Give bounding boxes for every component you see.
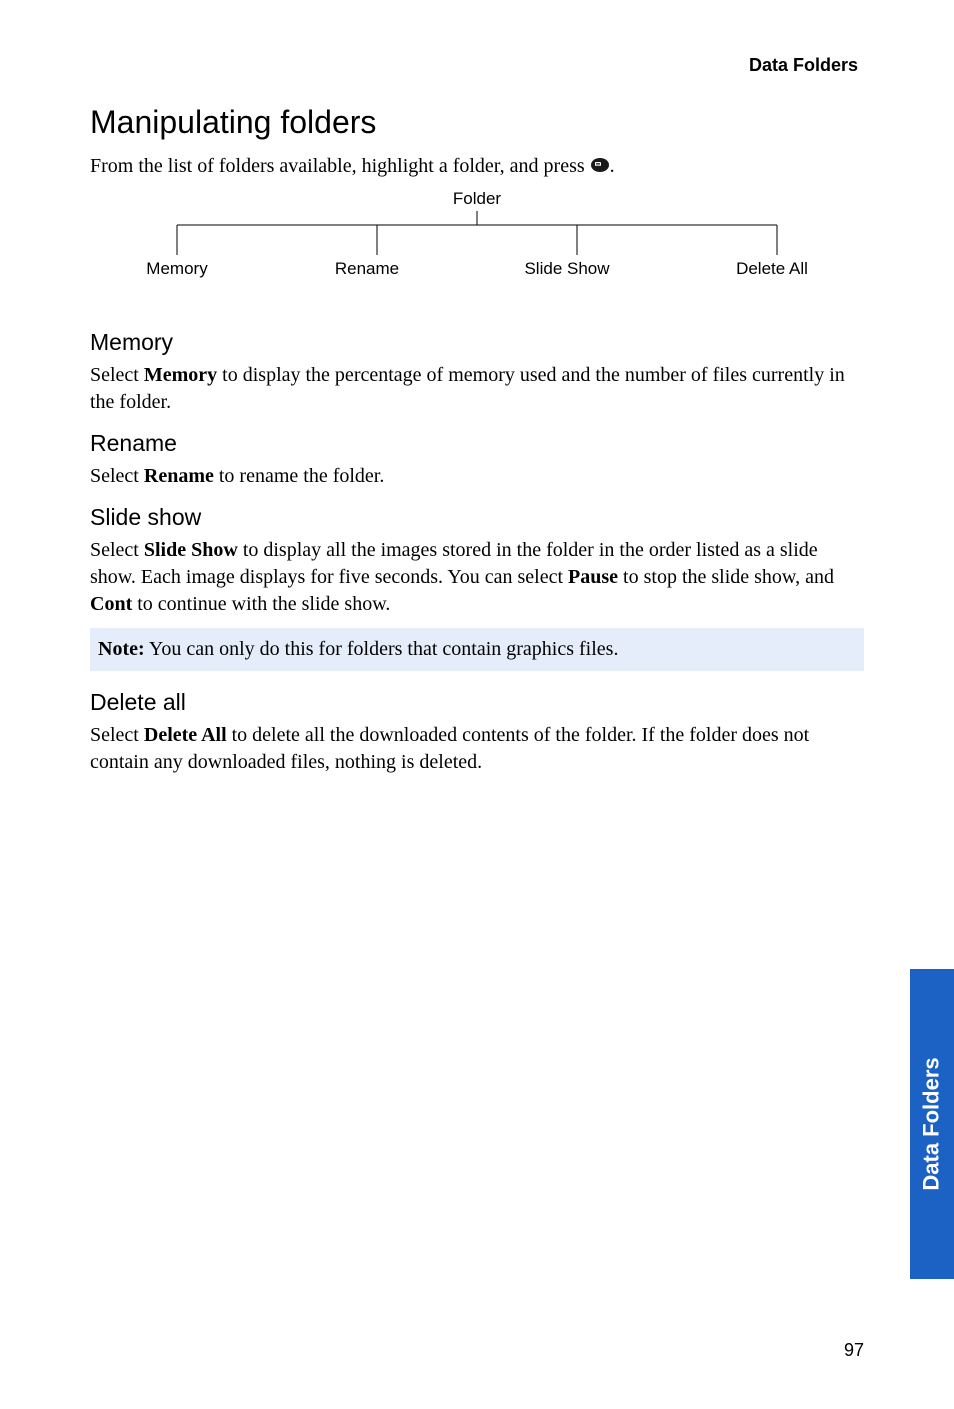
bold-memory: Memory [144, 364, 217, 386]
heading-memory: Memory [90, 329, 864, 356]
bold-deleteall: Delete All [144, 724, 227, 746]
heading-rename: Rename [90, 430, 864, 457]
heading-slideshow: Slide show [90, 504, 864, 531]
tree-lines [137, 211, 817, 257]
note-box: Note: You can only do this for folders t… [90, 628, 864, 671]
paragraph-memory: Select Memory to display the percentage … [90, 362, 864, 416]
tree-leaf-rename: Rename [327, 259, 407, 279]
note-text: You can only do this for folders that co… [145, 638, 619, 660]
text: Select [90, 539, 144, 561]
bold-slideshow: Slide Show [144, 539, 238, 561]
side-tab-label: Data Folders [919, 1057, 945, 1190]
running-head: Data Folders [90, 55, 864, 76]
text: Select [90, 465, 144, 487]
text: to stop the slide show, and [618, 566, 834, 588]
bold-rename: Rename [144, 465, 214, 487]
paragraph-deleteall: Select Delete All to delete all the down… [90, 722, 864, 776]
intro-text-suffix: . [610, 155, 615, 177]
note-label: Note: [98, 638, 145, 660]
tree-leaves-row: Memory Rename Slide Show Delete All [137, 259, 817, 279]
text: to continue with the slide show. [132, 593, 390, 615]
menu-key-icon [590, 156, 610, 179]
heading-deleteall: Delete all [90, 689, 864, 716]
bold-pause: Pause [568, 566, 618, 588]
text: Select [90, 724, 144, 746]
tree-root-label: Folder [137, 189, 817, 209]
tree-leaf-memory: Memory [137, 259, 217, 279]
side-tab: Data Folders [910, 969, 954, 1279]
folder-tree-diagram: Folder Memory Rename Slide Show Delete A… [137, 189, 817, 279]
page: Data Folders Manipulating folders From t… [0, 0, 954, 1409]
text: Select [90, 364, 144, 386]
page-title: Manipulating folders [90, 104, 864, 141]
paragraph-slideshow: Select Slide Show to display all the ima… [90, 537, 864, 618]
bold-cont: Cont [90, 593, 132, 615]
intro-paragraph: From the list of folders available, high… [90, 155, 864, 179]
paragraph-rename: Select Rename to rename the folder. [90, 463, 864, 490]
intro-text-prefix: From the list of folders available, high… [90, 155, 590, 177]
page-number: 97 [844, 1340, 864, 1361]
text: to rename the folder. [214, 465, 385, 487]
tree-leaf-deleteall: Delete All [727, 259, 817, 279]
tree-leaf-slideshow: Slide Show [517, 259, 617, 279]
